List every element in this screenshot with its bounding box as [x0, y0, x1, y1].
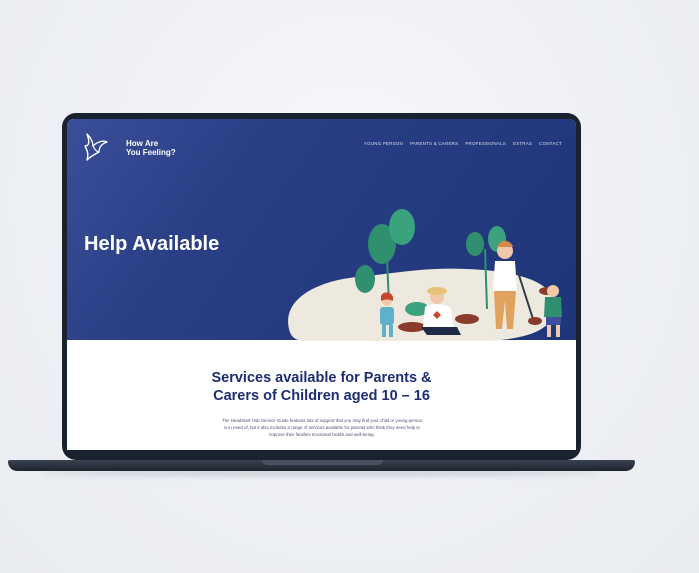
- body-line-2: is in need of, but it also includes a ra…: [224, 425, 420, 430]
- site-logo[interactable]: How Are You Feeling?: [81, 128, 191, 164]
- hero-banner: How Are You Feeling? YOUNG PERSON PARENT…: [67, 119, 576, 341]
- section-heading-line-2: Carers of Children aged 10 – 16: [213, 388, 430, 404]
- logo-line-2: You Feeling?: [126, 148, 176, 157]
- gardening-family-illustration: [288, 209, 562, 341]
- nav-professionals[interactable]: PROFESSIONALS: [465, 141, 506, 146]
- body-line-1: The HeadStart Hub Service Guide features…: [221, 418, 423, 423]
- body-line-3: improve their families emotional health …: [269, 432, 375, 437]
- section-heading: Services available for Parents & Carers …: [67, 369, 576, 405]
- nav-contact[interactable]: CONTACT: [539, 141, 562, 146]
- logo-line-1: How Are: [126, 139, 159, 148]
- main-nav: YOUNG PERSON PARENTS & CARERS PROFESSION…: [364, 141, 562, 146]
- dove-logo-icon: [84, 133, 108, 161]
- nav-parents-carers[interactable]: PARENTS & CARERS: [410, 141, 458, 146]
- nav-extras[interactable]: EXTRAS: [513, 141, 532, 146]
- laptop-hinge-notch: [262, 460, 383, 465]
- laptop-screen: How Are You Feeling? YOUNG PERSON PARENT…: [67, 119, 576, 450]
- section-heading-line-1: Services available for Parents &: [211, 370, 432, 386]
- nav-young-person[interactable]: YOUNG PERSON: [364, 141, 403, 146]
- hero-title: Help Available: [84, 233, 220, 255]
- section-body: The HeadStart Hub Service Guide features…: [197, 417, 447, 438]
- logo-text: How Are You Feeling?: [126, 139, 196, 157]
